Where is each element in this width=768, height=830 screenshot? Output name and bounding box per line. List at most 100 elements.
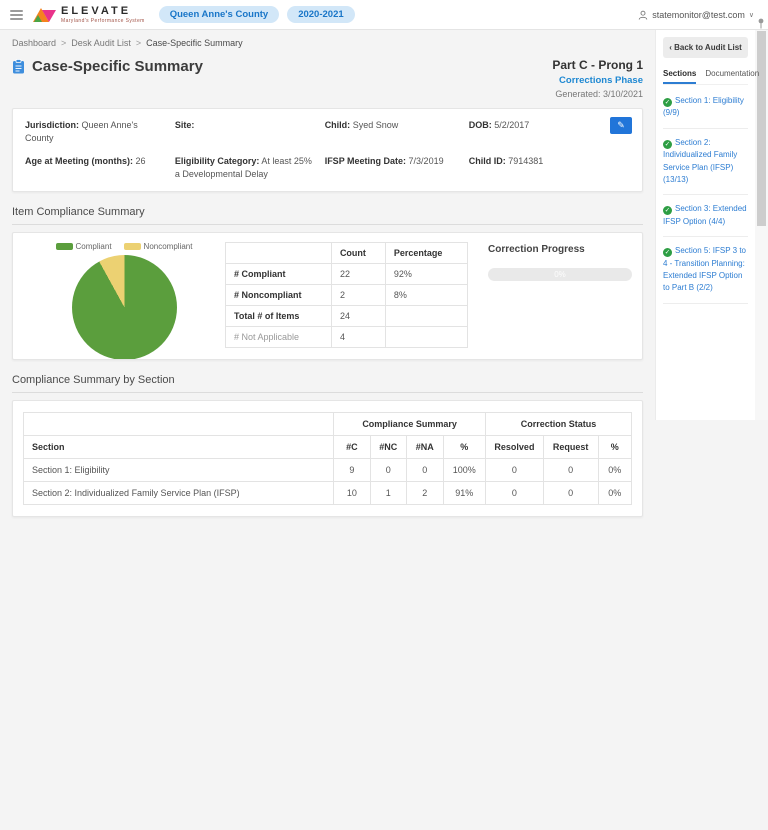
stats-row: Total # of Items24 xyxy=(226,306,468,327)
section-summary-table: Compliance SummaryCorrection StatusSecti… xyxy=(23,412,632,505)
correction-progress-label: Correction Progress xyxy=(488,244,632,255)
column-header-cell: #NC xyxy=(370,436,406,459)
field-label: Site: xyxy=(175,120,195,130)
user-email: statemonitor@test.com xyxy=(652,10,745,20)
county-badge: Queen Anne's County xyxy=(159,6,280,23)
column-header-cell: % xyxy=(598,436,631,459)
breadcrumb-item[interactable]: Dashboard xyxy=(12,38,56,48)
edit-button[interactable]: ✎ xyxy=(610,117,632,134)
main-content: Dashboard>Desk Audit List>Case-Specific … xyxy=(0,30,655,830)
app-logo[interactable]: ELEVATE Maryland's Performance System xyxy=(33,6,145,24)
case-info-field: Site: xyxy=(175,119,317,145)
section-summary-heading: Compliance Summary by Section xyxy=(12,374,643,393)
brand-name: ELEVATE xyxy=(61,6,145,17)
check-icon: ✓ xyxy=(663,140,672,149)
value-cell: 10 xyxy=(334,482,370,505)
legend-label: Compliant xyxy=(76,242,112,251)
section-name-cell: Section 1: Eligibility xyxy=(24,459,334,482)
stats-row-label: # Noncompliant xyxy=(226,285,332,306)
stats-row-percentage: 92% xyxy=(385,264,467,285)
stats-row-label: # Not Applicable xyxy=(226,327,332,348)
group-header-cell: Correction Status xyxy=(486,413,632,436)
sections-sidebar: ‹ Back to Audit List SectionsDocumentati… xyxy=(655,30,755,420)
legend-item: Noncompliant xyxy=(124,242,193,251)
value-cell: 91% xyxy=(443,482,486,505)
case-info-field: Age at Meeting (months): 26 xyxy=(25,155,167,181)
table-row: Section 2: Individualized Family Service… xyxy=(24,482,632,505)
stats-header-count: Count xyxy=(331,243,385,264)
case-info-field: Child ID: 7914381 xyxy=(469,155,628,181)
stats-row-label: # Compliant xyxy=(226,264,332,285)
compliance-pie-chart xyxy=(72,255,177,360)
value-cell: 0 xyxy=(486,459,544,482)
part-label: Part C - Prong 1 xyxy=(552,58,643,72)
column-header-cell: #NA xyxy=(407,436,443,459)
case-info-grid: Jurisdiction: Queen Anne's CountySite: C… xyxy=(25,119,630,181)
stats-row: # Noncompliant28% xyxy=(226,285,468,306)
case-info-field: Child: Syed Snow xyxy=(325,119,461,145)
sidebar-item-section-1[interactable]: ✓Section 1: Eligibility (9/9) xyxy=(663,87,748,129)
sidebar-item-section-3[interactable]: ✓Section 3: Extended IFSP Option (4/4) xyxy=(663,195,748,237)
back-to-audit-list-button[interactable]: ‹ Back to Audit List xyxy=(663,37,748,58)
user-menu[interactable]: statemonitor@test.com ∨ xyxy=(638,10,758,20)
field-label: Child: xyxy=(325,120,351,130)
value-cell: 0% xyxy=(598,482,631,505)
column-header-row: Section#C#NC#NA%ResolvedRequest% xyxy=(24,436,632,459)
stats-row-label: Total # of Items xyxy=(226,306,332,327)
field-label: Age at Meeting (months): xyxy=(25,156,133,166)
legend-item: Compliant xyxy=(56,242,112,251)
stats-row-count: 2 xyxy=(331,285,385,306)
stats-row-percentage: 8% xyxy=(385,285,467,306)
case-info-card: Jurisdiction: Queen Anne's CountySite: C… xyxy=(12,108,643,192)
pin-icon[interactable] xyxy=(757,16,765,34)
stats-row-percentage xyxy=(385,306,467,327)
page-scrollbar-thumb[interactable] xyxy=(757,31,766,226)
stats-table-body: # Compliant2292%# Noncompliant28%Total #… xyxy=(226,264,468,348)
field-label: DOB: xyxy=(469,120,492,130)
field-label: IFSP Meeting Date: xyxy=(325,156,406,166)
column-header-cell: % xyxy=(443,436,486,459)
item-compliance-heading: Item Compliance Summary xyxy=(12,206,643,225)
field-label: Eligibility Category: xyxy=(175,156,260,166)
stats-row-percentage xyxy=(385,327,467,348)
case-info-field: DOB: 5/2/2017 xyxy=(469,119,628,145)
correction-progress-bar: 0% xyxy=(488,268,632,281)
tab-documentation[interactable]: Documentation xyxy=(705,69,759,84)
tab-sections[interactable]: Sections xyxy=(663,69,696,84)
stats-row-count: 24 xyxy=(331,306,385,327)
back-button-label: Back to Audit List xyxy=(674,43,742,52)
section-summary-body: Section 1: Eligibility900100%000%Section… xyxy=(24,459,632,505)
sidebar-item-section-2[interactable]: ✓Section 2: Individualized Family Servic… xyxy=(663,129,748,196)
brand-tagline: Maryland's Performance System xyxy=(61,18,145,24)
case-info-field: IFSP Meeting Date: 7/3/2019 xyxy=(325,155,461,181)
stats-header-percentage: Percentage xyxy=(385,243,467,264)
value-cell: 9 xyxy=(334,459,370,482)
menu-icon[interactable] xyxy=(10,10,23,20)
sidebar-item-section-4[interactable]: ✓Section 5: IFSP 3 to 4 - Transition Pla… xyxy=(663,237,748,304)
check-icon: ✓ xyxy=(663,248,672,257)
group-header-cell xyxy=(24,413,334,436)
column-header-cell: Resolved xyxy=(486,436,544,459)
section-summary-card: Compliance SummaryCorrection StatusSecti… xyxy=(12,400,643,517)
sidebar-section-list: ✓Section 1: Eligibility (9/9)✓Section 2:… xyxy=(663,87,748,304)
compliance-stats-table: Count Percentage # Compliant2292%# Nonco… xyxy=(225,242,468,348)
value-cell: 0 xyxy=(486,482,544,505)
check-icon: ✓ xyxy=(663,206,672,215)
value-cell: 0% xyxy=(598,459,631,482)
legend-swatch xyxy=(56,243,73,250)
page-title: Case-Specific Summary xyxy=(12,58,203,75)
sidebar-tabs: SectionsDocumentation xyxy=(663,69,748,85)
page-scrollbar-track[interactable] xyxy=(755,30,768,420)
breadcrumb-item[interactable]: Desk Audit List xyxy=(71,38,131,48)
stats-row-count: 22 xyxy=(331,264,385,285)
breadcrumb-separator: > xyxy=(136,38,141,48)
breadcrumb: Dashboard>Desk Audit List>Case-Specific … xyxy=(12,38,643,48)
correction-progress-value: 0% xyxy=(488,268,632,281)
section-name-cell: Section 2: Individualized Family Service… xyxy=(24,482,334,505)
clipboard-icon xyxy=(12,59,25,74)
app-header: ELEVATE Maryland's Performance System Qu… xyxy=(0,0,768,30)
generated-date: Generated: 3/10/2021 xyxy=(552,89,643,99)
chevron-down-icon: ∨ xyxy=(749,11,754,19)
stats-row: # Compliant2292% xyxy=(226,264,468,285)
value-cell: 100% xyxy=(443,459,486,482)
